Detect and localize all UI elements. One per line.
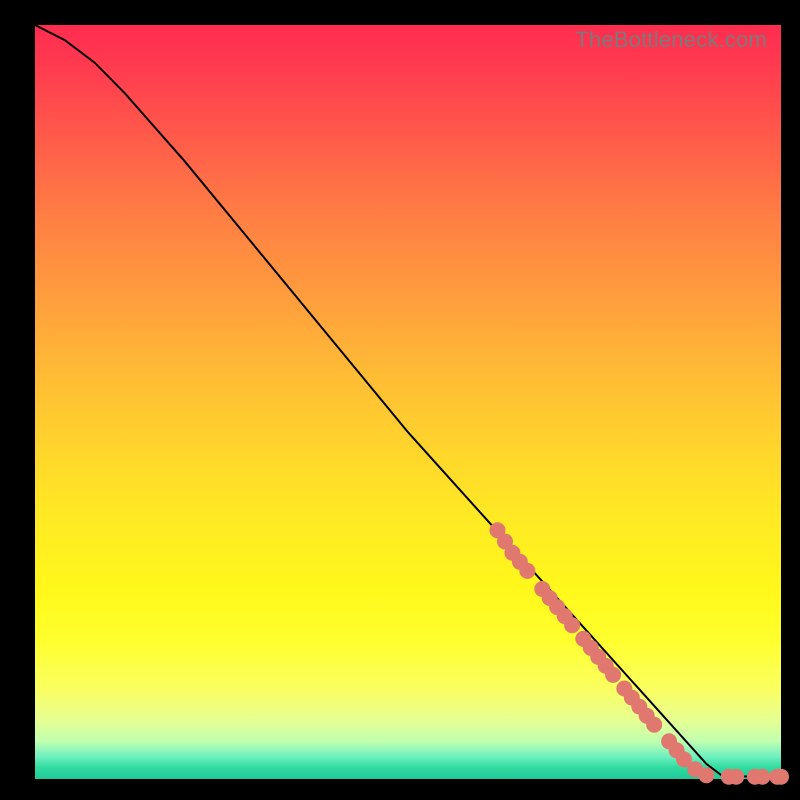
curve-path [35, 25, 781, 777]
marker-dot [728, 769, 744, 785]
marker-dot [605, 667, 621, 683]
marker-dot [564, 617, 580, 633]
marker-dot [698, 767, 714, 783]
marker-dot [773, 769, 789, 785]
marker-group [490, 522, 790, 785]
chart-plot-area: TheBottleneck.com [35, 25, 781, 779]
chart-svg [35, 25, 781, 779]
marker-dot [754, 769, 770, 785]
marker-dot [646, 717, 662, 733]
marker-dot [519, 563, 535, 579]
